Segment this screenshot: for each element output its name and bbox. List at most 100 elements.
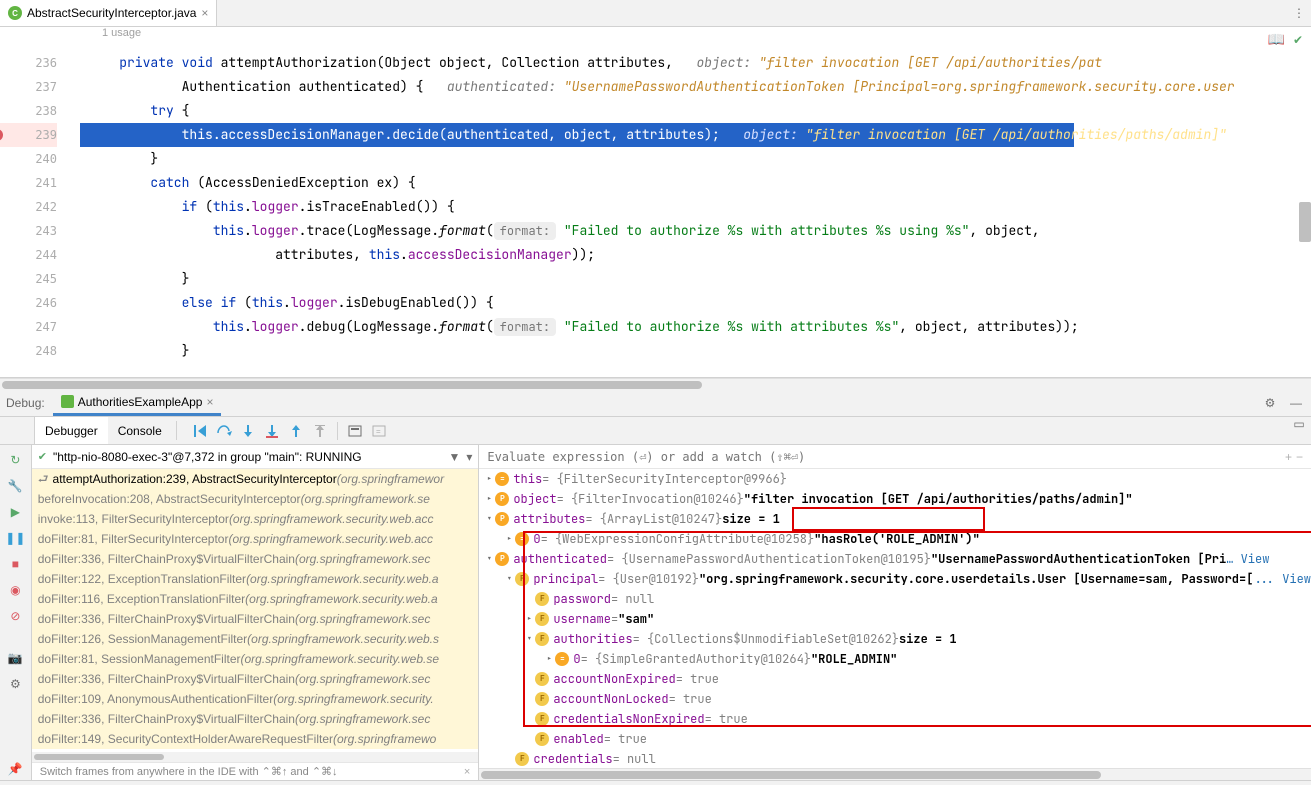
force-step-into-icon[interactable]: [261, 420, 283, 442]
chevron-icon[interactable]: [523, 589, 535, 609]
stack-frame[interactable]: doFilter:126, SessionManagementFilter (o…: [32, 629, 479, 649]
variable-row[interactable]: ▾Pattributes = {ArrayList@10247} size = …: [479, 509, 1311, 529]
thread-selector[interactable]: ✔ "http-nio-8080-exec-3"@7,372 in group …: [32, 445, 479, 469]
editor-hscroll[interactable]: [0, 378, 1311, 390]
gutter-line[interactable]: 239: [0, 123, 57, 147]
code-line[interactable]: if (this.logger.isTraceEnabled()) {: [88, 195, 1311, 219]
editor-hscroll-thumb[interactable]: [2, 381, 702, 389]
variable-row[interactable]: ▸Pobject = {FilterInvocation@10246} "fil…: [479, 489, 1311, 509]
dropdown-icon[interactable]: ▾: [466, 450, 472, 464]
variable-row[interactable]: ▾Fprincipal = {User@10192} "org.springfr…: [479, 569, 1311, 589]
code-line[interactable]: [88, 27, 1311, 51]
stack-frame[interactable]: doFilter:149, SecurityContextHolderAware…: [32, 729, 479, 749]
code-line[interactable]: }: [88, 339, 1311, 363]
eval-input[interactable]: [487, 450, 1279, 464]
stack-frame[interactable]: beforeInvocation:208, AbstractSecurityIn…: [32, 489, 479, 509]
variable-row[interactable]: ▸=this = {FilterSecurityInterceptor@9966…: [479, 469, 1311, 489]
code-line[interactable]: this.logger.trace(LogMessage.format(form…: [88, 219, 1311, 243]
tab-debugger[interactable]: Debugger: [35, 417, 108, 444]
code-line[interactable]: Authentication authenticated) { authenti…: [88, 75, 1311, 99]
gutter-line[interactable]: 242: [0, 195, 57, 219]
layout-icon[interactable]: ▭: [1293, 417, 1311, 444]
vars-hscroll-thumb[interactable]: [481, 771, 1101, 779]
frames-hscroll[interactable]: [32, 752, 479, 762]
close-icon[interactable]: ×: [206, 395, 213, 409]
editor-scrollbar-thumb[interactable]: [1299, 202, 1311, 242]
gutter-line[interactable]: 246: [0, 291, 57, 315]
frames-list[interactable]: ⮐attemptAuthorization:239, AbstractSecur…: [32, 469, 479, 752]
tab-menu-icon[interactable]: ⋮: [1287, 0, 1311, 26]
gutter-line[interactable]: 236: [0, 51, 57, 75]
breakpoint-icon[interactable]: [0, 129, 3, 141]
view-breakpoints-icon[interactable]: ◉: [4, 579, 26, 601]
reader-icon[interactable]: 📖: [1268, 31, 1285, 48]
stack-frame[interactable]: doFilter:81, FilterSecurityInterceptor (…: [32, 529, 479, 549]
step-out-icon[interactable]: [285, 420, 307, 442]
variable-row[interactable]: Fenabled = true: [479, 729, 1311, 749]
variable-row[interactable]: FaccountNonLocked = true: [479, 689, 1311, 709]
gutter-line[interactable]: 240: [0, 147, 57, 171]
rerun-icon[interactable]: ↻: [4, 449, 26, 471]
mute-breakpoints-icon[interactable]: ⊘: [4, 605, 26, 627]
chevron-icon[interactable]: ▸: [483, 469, 495, 489]
code-line[interactable]: catch (AccessDeniedException ex) {: [88, 171, 1311, 195]
code-line[interactable]: private void attemptAuthorization(Object…: [88, 51, 1311, 75]
chevron-icon[interactable]: ▾: [483, 509, 495, 529]
show-execution-icon[interactable]: [189, 420, 211, 442]
pause-icon[interactable]: ❚❚: [4, 527, 26, 549]
chevron-icon[interactable]: [523, 669, 535, 689]
gutter-line[interactable]: 244: [0, 243, 57, 267]
variable-row[interactable]: Fpassword = null: [479, 589, 1311, 609]
stack-frame[interactable]: doFilter:336, FilterChainProxy$VirtualFi…: [32, 669, 479, 689]
get-thread-dump-icon[interactable]: 📷: [4, 647, 26, 669]
stack-frame[interactable]: doFilter:122, ExceptionTranslationFilter…: [32, 569, 479, 589]
gutter-line[interactable]: 248: [0, 339, 57, 363]
stack-frame[interactable]: doFilter:116, ExceptionTranslationFilter…: [32, 589, 479, 609]
pin-icon[interactable]: 📌: [4, 758, 26, 780]
variable-row[interactable]: FcredentialsNonExpired = true: [479, 709, 1311, 729]
variable-row[interactable]: ▾Fauthorities = {Collections$Unmodifiabl…: [479, 629, 1311, 649]
resume-icon[interactable]: ▶: [4, 501, 26, 523]
chevron-icon[interactable]: ▸: [543, 649, 555, 669]
run-to-cursor-icon[interactable]: [344, 420, 366, 442]
variable-row[interactable]: ▾Pauthenticated = {UsernamePasswordAuthe…: [479, 549, 1311, 569]
chevron-icon[interactable]: ▸: [483, 489, 495, 509]
gutter-line[interactable]: 243: [0, 219, 57, 243]
variable-row[interactable]: ▸=0 = {SimpleGrantedAuthority@10264} "RO…: [479, 649, 1311, 669]
add-watch-icon[interactable]: +: [1285, 450, 1292, 464]
remove-watch-icon[interactable]: −: [1296, 450, 1303, 464]
minimize-icon[interactable]: —: [1287, 396, 1305, 410]
chevron-icon[interactable]: ▸: [503, 529, 515, 549]
code-line[interactable]: this.accessDecisionManager.decide(authen…: [80, 123, 1074, 147]
stack-frame[interactable]: invoke:113, FilterSecurityInterceptor (o…: [32, 509, 479, 529]
step-over-icon[interactable]: [213, 420, 235, 442]
gear-icon[interactable]: ⚙: [1261, 396, 1279, 410]
drop-frame-icon[interactable]: [309, 420, 331, 442]
file-tab[interactable]: C AbstractSecurityInterceptor.java ×: [0, 0, 217, 26]
chevron-icon[interactable]: [523, 729, 535, 749]
gutter-line[interactable]: 237: [0, 75, 57, 99]
stack-frame[interactable]: doFilter:81, SessionManagementFilter (or…: [32, 649, 479, 669]
run-config-tab[interactable]: AuthoritiesExampleApp ×: [53, 390, 222, 416]
filter-icon[interactable]: ▼: [448, 450, 460, 464]
variable-row[interactable]: Fcredentials = null: [479, 749, 1311, 768]
chevron-icon[interactable]: ▾: [503, 569, 515, 589]
variable-row[interactable]: ▸=0 = {WebExpressionConfigAttribute@1025…: [479, 529, 1311, 549]
frames-hscroll-thumb[interactable]: [34, 754, 164, 760]
code-line[interactable]: this.logger.debug(LogMessage.format(form…: [88, 315, 1311, 339]
code-line[interactable]: try {: [88, 99, 1311, 123]
chevron-icon[interactable]: [503, 749, 515, 768]
chevron-icon[interactable]: ▾: [483, 549, 495, 569]
variable-row[interactable]: ▸Fusername = "sam": [479, 609, 1311, 629]
settings-icon[interactable]: ⚙: [4, 673, 26, 695]
modify-run-icon[interactable]: 🔧: [4, 475, 26, 497]
chevron-icon[interactable]: ▸: [523, 609, 535, 629]
evaluate-icon[interactable]: =: [368, 420, 390, 442]
stack-frame[interactable]: doFilter:109, AnonymousAuthenticationFil…: [32, 689, 479, 709]
code-line[interactable]: attributes, this.accessDecisionManager))…: [88, 243, 1311, 267]
gutter-line[interactable]: 245: [0, 267, 57, 291]
stack-frame[interactable]: ⮐attemptAuthorization:239, AbstractSecur…: [32, 469, 479, 489]
variable-row[interactable]: FaccountNonExpired = true: [479, 669, 1311, 689]
stop-icon[interactable]: ■: [4, 553, 26, 575]
stack-frame[interactable]: doFilter:336, FilterChainProxy$VirtualFi…: [32, 549, 479, 569]
